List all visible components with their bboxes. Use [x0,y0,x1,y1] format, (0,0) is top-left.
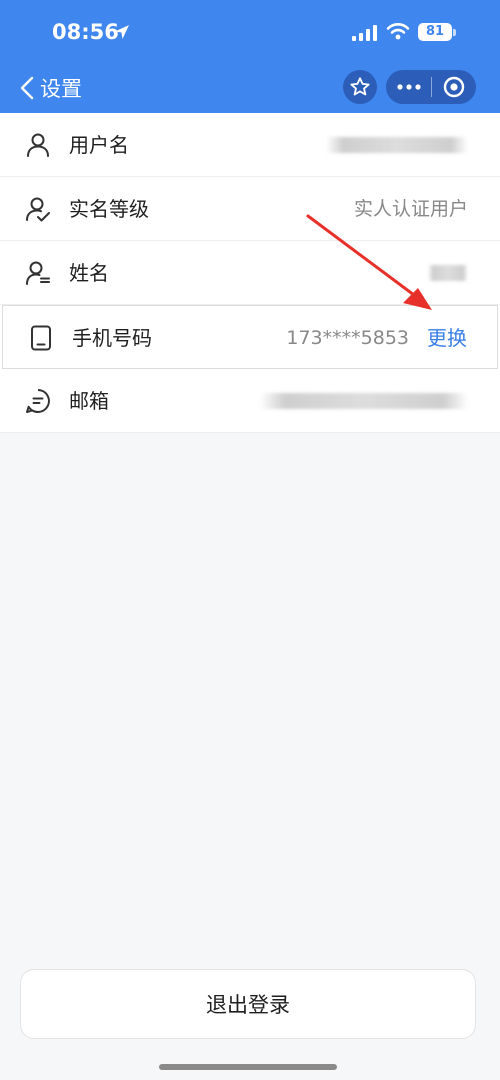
home-indicator [159,1064,337,1070]
chevron-left-icon [20,74,38,102]
status-bar: 08:56 81 [0,0,500,64]
more-dots-icon [396,84,421,90]
row-label: 手机号码 [72,326,152,350]
row-verification-level[interactable]: 实名等级 实人认证用户 [0,177,500,241]
target-close-icon [443,76,465,98]
logout-button[interactable]: 退出登录 [20,969,476,1039]
favorite-button[interactable] [343,70,377,104]
signal-icon [352,25,377,41]
email-value-redacted [260,393,468,409]
app-header: 08:56 81 设置 [0,0,500,113]
user-list-icon [26,261,50,285]
status-time: 08:56 [52,20,119,44]
verification-value: 实人认证用户 [353,198,468,220]
nav-bar: 设置 [0,64,500,113]
page-title: 设置 [40,77,82,101]
user-check-icon [26,197,50,222]
more-button[interactable] [386,70,431,104]
settings-list: 用户名 实名等级 实人认证用户 姓名 手机号码 173****5853 更换 邮… [0,113,500,433]
wifi-icon [386,23,410,40]
row-real-name[interactable]: 姓名 [0,241,500,305]
row-phone-number[interactable]: 手机号码 173****5853 更换 [2,305,498,369]
star-icon [350,77,370,96]
location-arrow-icon [115,25,129,39]
mini-program-capsule [386,70,476,104]
back-button[interactable]: 设置 [20,70,82,106]
user-icon [27,133,49,157]
close-button[interactable] [432,70,476,104]
name-value-redacted [428,265,468,281]
row-label: 姓名 [69,261,109,285]
message-icon [26,389,50,414]
username-value-redacted [326,137,468,153]
battery-tip [453,29,456,36]
row-label: 实名等级 [69,197,149,221]
row-label: 用户名 [69,133,129,157]
phone-icon [31,325,51,351]
change-phone-link[interactable]: 更换 [427,306,467,370]
phone-value: 173****5853 [286,327,409,349]
row-email[interactable]: 邮箱 [0,369,500,433]
battery-indicator: 81 [418,23,452,41]
row-username[interactable]: 用户名 [0,113,500,177]
row-label: 邮箱 [69,389,109,413]
